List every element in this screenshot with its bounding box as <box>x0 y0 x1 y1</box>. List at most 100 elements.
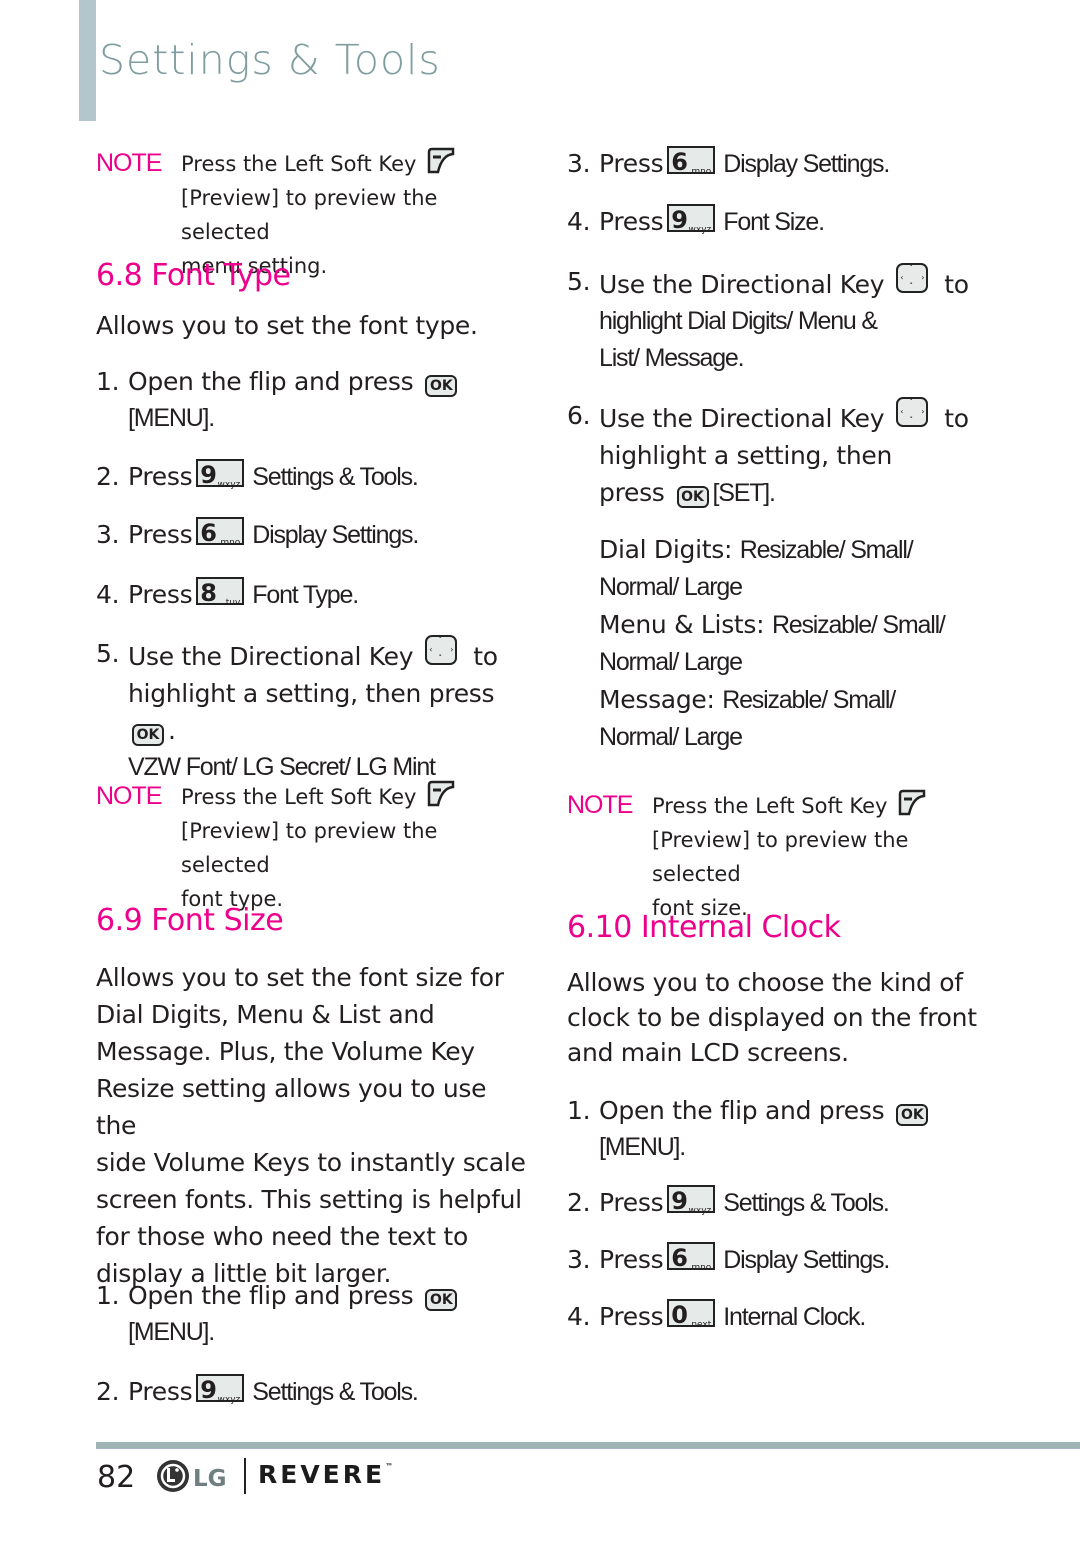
key-digit: 6 <box>671 148 688 176</box>
step-text: [SET]. <box>712 479 776 507</box>
key-digit: 9 <box>200 1376 217 1404</box>
directional-key-icon: ˟ ‹ › ˟ <box>896 263 929 293</box>
paragraph-line: Resize setting allows you to use the <box>96 1074 487 1140</box>
step-action: Display Settings. <box>723 1246 890 1274</box>
step-number: 2. <box>96 462 120 491</box>
key-0-icon: 0 next <box>667 1299 716 1330</box>
step-1: 1. Open the flip and press OK [MENU]. <box>96 363 526 443</box>
lg-logo-icon: LG <box>157 1460 227 1492</box>
key-6-icon: 6 mno <box>667 1242 716 1273</box>
step-text: [MENU]. <box>599 1133 686 1161</box>
lg-logo: LG <box>155 1458 235 1498</box>
note-text: Press the Left Soft Key <box>181 785 417 809</box>
note-menu-setting: NOTE Press the Left Soft Key [Preview] t… <box>96 146 526 278</box>
directional-key-icon: ˟ ‹ › ˟ <box>425 635 458 665</box>
step-5: 5. Use the Directional Key ˟ ‹ › ˟ to highlig… <box>96 635 526 781</box>
ok-key-icon: OK <box>425 1289 458 1311</box>
step-number: 4. <box>96 580 120 609</box>
footer-rule <box>96 1442 1080 1449</box>
step-text: Use the Directional Key <box>599 270 885 299</box>
paragraph-line: clock to be displayed on the front <box>567 1003 977 1032</box>
key-letters: mno <box>691 1263 712 1273</box>
step-action: Internal Clock. <box>723 1303 866 1331</box>
paragraph-line: for those who need the text to <box>96 1222 468 1251</box>
section-heading-font-type: 6.8 Font Type <box>96 258 291 293</box>
key-9-icon: 9 wxyz <box>196 459 245 490</box>
left-soft-key-icon <box>899 789 926 816</box>
font-size-intro: Allows you to set the font size for Dial… <box>96 959 526 1292</box>
key-letters: mno <box>691 167 712 177</box>
left-soft-key-icon <box>428 780 455 807</box>
key-digit: 9 <box>200 461 217 489</box>
step-action: Font Size. <box>723 208 825 236</box>
key-letters: tuv <box>225 598 241 608</box>
key-letters: wxyz <box>217 1395 241 1405</box>
model-text: REVERE <box>258 1460 386 1489</box>
key-digit: 8 <box>200 579 217 607</box>
step-action: Settings & Tools. <box>252 463 419 491</box>
step-number: 3. <box>567 149 591 178</box>
step-text: Press <box>599 1302 664 1331</box>
step-number: 4. <box>567 207 591 236</box>
key-digit: 9 <box>671 1187 688 1215</box>
note-label: NOTE <box>96 149 162 177</box>
key-6-icon: 6 mno <box>196 517 245 548</box>
step-text: highlight a setting, then <box>599 441 893 470</box>
option-values: Resizable/ Small/ <box>771 611 946 639</box>
logo-divider <box>244 1458 246 1494</box>
key-digit: 6 <box>671 1244 688 1272</box>
note-text: [Preview] to preview the selected <box>181 186 438 244</box>
key-digit: 9 <box>671 206 688 234</box>
option-values: Resizable/ Small/ <box>722 686 896 714</box>
brand-text: LG <box>193 1466 227 1492</box>
key-letters: mno <box>220 538 241 548</box>
note-text: [Preview] to preview the selected <box>181 819 438 877</box>
step-action: Font Type. <box>252 581 359 609</box>
step-action: Display Settings. <box>252 521 419 549</box>
step-number: 3. <box>567 1245 591 1274</box>
header-accent-bar <box>79 0 96 121</box>
step-text: Press <box>128 580 193 609</box>
step-action: Settings & Tools. <box>252 1378 419 1406</box>
step-text: Press <box>599 207 664 236</box>
paragraph-line: and main LCD screens. <box>567 1038 849 1067</box>
step-number: 4. <box>567 1302 591 1331</box>
step-number: 1. <box>96 1281 120 1310</box>
page-number: 82 <box>97 1460 136 1495</box>
step-text: highlight a setting, then press <box>128 679 495 708</box>
key-digit: 0 <box>671 1301 688 1329</box>
step-text: Open the flip and press <box>128 1281 414 1310</box>
step-text: to <box>944 404 969 433</box>
key-letters: wxyz <box>217 480 241 490</box>
key-9-icon: 9 wxyz <box>667 204 716 235</box>
step-1: 1. Open the flip and press OK [MENU]. <box>96 1277 526 1357</box>
option-label: Message: <box>599 685 715 714</box>
step-number: 6. <box>567 401 591 430</box>
step-text: Press <box>128 520 193 549</box>
ok-key-icon: OK <box>132 724 164 746</box>
step-text: press <box>599 478 665 507</box>
step-number: 2. <box>96 1377 120 1406</box>
step-number: 1. <box>567 1096 591 1125</box>
note-font-size: NOTE Press the Left Soft Key [Preview] t… <box>567 788 987 920</box>
note-label: NOTE <box>96 782 162 810</box>
step-1: 1. Open the flip and press OK [MENU]. <box>567 1092 987 1172</box>
section-heading-internal-clock: 6.10 Internal Clock <box>567 910 841 945</box>
step-text: Press <box>599 149 664 178</box>
step-action: Settings & Tools. <box>723 1189 890 1217</box>
step-number: 3. <box>96 520 120 549</box>
trademark: ™ <box>385 1462 394 1471</box>
step-text: Open the flip and press <box>599 1096 885 1125</box>
key-digit: 6 <box>200 519 217 547</box>
paragraph-line: Dial Digits, Menu & List and <box>96 1000 435 1029</box>
key-letters: wxyz <box>688 1206 712 1216</box>
option-label: Dial Digits: <box>599 535 733 564</box>
key-letters: wxyz <box>688 225 712 235</box>
paragraph-line: side Volume Keys to instantly scale <box>96 1148 526 1177</box>
key-9-icon: 9 wxyz <box>667 1185 716 1216</box>
option-values: Normal/ Large <box>599 648 743 676</box>
key-9-icon: 9 wxyz <box>196 1374 245 1405</box>
paragraph-line: Message. Plus, the Volume Key <box>96 1037 475 1066</box>
step-number: 5. <box>96 639 120 668</box>
step-text: [MENU]. <box>128 404 215 432</box>
